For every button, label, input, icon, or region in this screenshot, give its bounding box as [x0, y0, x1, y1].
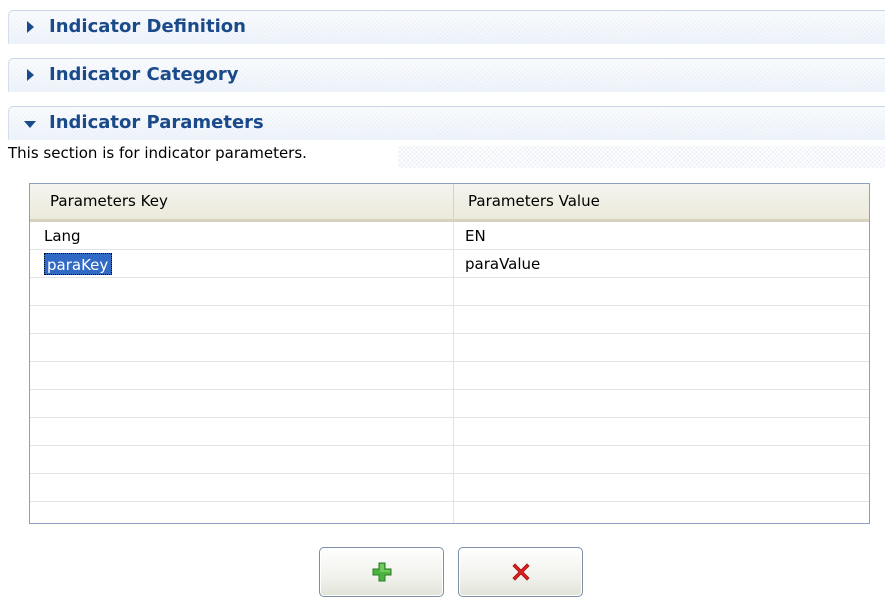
- section-header-indicator-category[interactable]: Indicator Category: [8, 58, 885, 92]
- empty-row[interactable]: [30, 306, 869, 334]
- empty-row[interactable]: [30, 278, 869, 306]
- section-description: This section is for indicator parameters…: [8, 144, 307, 162]
- empty-row[interactable]: [30, 502, 869, 523]
- column-divider: [453, 502, 454, 523]
- section-header-indicator-definition[interactable]: Indicator Definition: [8, 10, 885, 44]
- value-cell[interactable]: paraValue: [465, 254, 540, 274]
- empty-row[interactable]: [30, 418, 869, 446]
- key-edit-field[interactable]: paraKey: [44, 253, 113, 275]
- column-divider: [453, 446, 454, 474]
- column-divider: [453, 278, 454, 306]
- red-x-icon: [512, 563, 530, 581]
- collapsed-triangle-icon[interactable]: [27, 21, 34, 33]
- expanded-triangle-icon[interactable]: [24, 121, 36, 128]
- table-row[interactable]: paraKey paraValue: [30, 250, 869, 278]
- column-header-key[interactable]: Parameters Key: [30, 184, 454, 219]
- column-divider: [453, 418, 454, 446]
- empty-row[interactable]: [30, 474, 869, 502]
- parameters-table[interactable]: Parameters Key Parameters Value Lang EN …: [29, 183, 870, 524]
- value-cell[interactable]: EN: [465, 226, 486, 246]
- section-title[interactable]: Indicator Category: [49, 64, 239, 85]
- section-header-indicator-parameters[interactable]: Indicator Parameters: [8, 106, 885, 140]
- empty-row[interactable]: [30, 390, 869, 418]
- collapsed-triangle-icon[interactable]: [27, 69, 34, 81]
- column-divider: [453, 390, 454, 418]
- table-row[interactable]: Lang EN: [30, 222, 869, 250]
- column-header-value[interactable]: Parameters Value: [454, 184, 869, 219]
- description-background: [398, 146, 885, 168]
- column-divider: [453, 362, 454, 390]
- column-divider: [453, 222, 454, 250]
- empty-row[interactable]: [30, 446, 869, 474]
- empty-row[interactable]: [30, 334, 869, 362]
- remove-parameter-button[interactable]: [458, 547, 583, 597]
- column-divider: [453, 306, 454, 334]
- plus-icon: [372, 562, 392, 582]
- table-header: Parameters Key Parameters Value: [30, 184, 869, 222]
- column-divider: [453, 474, 454, 502]
- add-parameter-button[interactable]: [319, 547, 444, 597]
- column-divider: [453, 334, 454, 362]
- empty-row[interactable]: [30, 362, 869, 390]
- section-title[interactable]: Indicator Definition: [49, 16, 246, 37]
- column-divider: [453, 250, 454, 278]
- key-cell[interactable]: Lang: [44, 226, 81, 246]
- section-title[interactable]: Indicator Parameters: [49, 112, 264, 133]
